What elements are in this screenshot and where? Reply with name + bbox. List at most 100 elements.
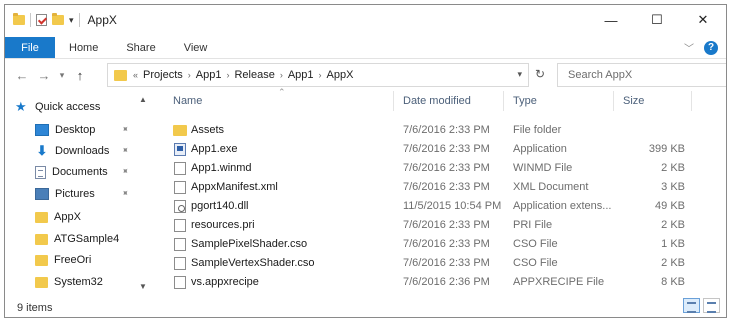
file-date: 11/5/2015 10:54 PM [403, 200, 502, 212]
help-icon[interactable]: ? [704, 40, 718, 55]
table-row[interactable]: resources.pri 7/6/2016 2:33 PM PRI File … [161, 216, 721, 235]
table-row[interactable]: Assets 7/6/2016 2:33 PM File folder [161, 121, 721, 140]
maximize-button[interactable]: ☐ [634, 5, 680, 35]
file-type: Application extens... [513, 200, 612, 212]
nav-item-pictures[interactable]: Pictures ✦ [35, 184, 137, 204]
chevron-right-icon[interactable]: › [188, 70, 191, 80]
refresh-icon[interactable]: ↻ [535, 67, 545, 81]
file-name: App1.exe [191, 143, 238, 155]
column-divider[interactable] [691, 91, 692, 111]
file-type: CSO File [513, 238, 558, 250]
column-header-name[interactable]: Name [173, 95, 202, 107]
recent-locations-chevron-icon[interactable]: ▾ [55, 70, 69, 81]
file-size: 2 KB [661, 257, 685, 269]
close-button[interactable]: ✕ [680, 5, 726, 35]
customize-toolbar-dropdown-icon[interactable]: ▾ [69, 15, 74, 26]
tab-share[interactable]: Share [112, 37, 169, 58]
column-header-date[interactable]: Date modified [403, 95, 471, 107]
pin-icon[interactable]: ✦ [118, 123, 131, 136]
nav-label: Documents [52, 166, 108, 178]
file-size: 3 KB [661, 181, 685, 193]
column-divider[interactable] [613, 91, 614, 111]
nav-item-documents[interactable]: Documents ✦ [35, 162, 137, 182]
column-header-row: ⌃ Name Date modified Type Size [161, 87, 721, 113]
folder-icon [35, 276, 48, 288]
nav-item-freeori[interactable]: FreeOri [35, 250, 137, 270]
breadcrumb-release[interactable]: Release [234, 69, 274, 81]
file-type: APPXRECIPE File [513, 276, 605, 288]
scroll-down-icon[interactable]: ▼ [139, 282, 147, 291]
file-name: App1.winmd [191, 162, 252, 174]
nav-scrollbar[interactable]: ▲ ▼ [137, 93, 149, 297]
details-view-icon[interactable] [683, 298, 700, 313]
up-arrow-icon[interactable]: ↑ [69, 68, 91, 83]
nav-item-atgsample4[interactable]: ATGSample4 [35, 229, 137, 249]
new-folder-icon[interactable] [52, 13, 64, 25]
table-row[interactable]: App1.winmd 7/6/2016 2:33 PM WINMD File 2… [161, 159, 721, 178]
ribbon-tabs: File Home Share View ﹀ ? [5, 37, 726, 59]
nav-item-downloads[interactable]: ⬇ Downloads ✦ [35, 141, 137, 161]
chevron-right-icon[interactable]: › [280, 70, 283, 80]
column-divider[interactable] [503, 91, 504, 111]
chevron-right-icon[interactable]: › [226, 70, 229, 80]
pictures-icon [35, 188, 49, 200]
nav-label: System32 [54, 276, 103, 288]
nav-item-appx[interactable]: AppX [35, 207, 137, 227]
table-row[interactable]: vs.appxrecipe 7/6/2016 2:36 PM APPXRECIP… [161, 273, 721, 292]
file-name: Assets [191, 124, 225, 136]
folder-icon [13, 13, 25, 25]
table-row[interactable]: AppxManifest.xml 7/6/2016 2:33 PM XML Do… [161, 178, 721, 197]
folder-icon [35, 254, 48, 266]
file-name: SamplePixelShader.cso [191, 238, 308, 250]
nav-item-desktop[interactable]: Desktop ✦ [35, 120, 137, 140]
breadcrumb-overflow[interactable]: « [133, 70, 138, 80]
search-input[interactable] [568, 69, 718, 81]
file-size: 399 KB [648, 143, 685, 155]
breadcrumb-app1[interactable]: App1 [196, 69, 222, 81]
table-row[interactable]: SamplePixelShader.cso 7/6/2016 2:33 PM C… [161, 235, 721, 254]
navigation-bar: ← → ▾ ↑ « Projects › App1 › Release › Ap… [5, 62, 726, 88]
table-row[interactable]: pgort140.dll 11/5/2015 10:54 PM Applicat… [161, 197, 721, 216]
file-type: File folder [513, 124, 562, 136]
table-row[interactable]: App1.exe 7/6/2016 2:33 PM Application 39… [161, 140, 721, 159]
breadcrumb-app1-sub[interactable]: App1 [288, 69, 314, 81]
properties-icon[interactable] [36, 14, 47, 26]
nav-quick-access[interactable]: ★ Quick access [15, 97, 147, 117]
file-type: XML Document [513, 181, 589, 193]
file-type: Application [513, 143, 567, 155]
pin-icon[interactable]: ✦ [118, 165, 131, 178]
scroll-up-icon[interactable]: ▲ [139, 95, 147, 104]
file-list: ⌃ Name Date modified Type Size Assets 7/… [161, 87, 721, 299]
chevron-right-icon[interactable]: › [319, 70, 322, 80]
tab-home[interactable]: Home [55, 37, 112, 58]
column-divider[interactable] [393, 91, 394, 111]
forward-arrow-icon[interactable]: → [33, 68, 55, 83]
column-header-type[interactable]: Type [513, 95, 537, 107]
file-date: 7/6/2016 2:33 PM [403, 238, 490, 250]
address-bar[interactable]: « Projects › App1 › Release › App1 › App… [107, 63, 529, 87]
table-row[interactable]: SampleVertexShader.cso 7/6/2016 2:33 PM … [161, 254, 721, 273]
column-header-size[interactable]: Size [623, 95, 644, 107]
search-box[interactable]: ⚲ [557, 63, 726, 87]
expand-ribbon-icon[interactable]: ﹀ [684, 40, 694, 55]
application-icon [174, 143, 186, 156]
breadcrumb-projects[interactable]: Projects [143, 69, 183, 81]
tab-view[interactable]: View [170, 37, 222, 58]
large-icons-view-icon[interactable] [703, 298, 720, 313]
chevron-down-icon[interactable]: ▾ [517, 69, 522, 80]
folder-icon [114, 69, 127, 81]
nav-item-system32[interactable]: System32 [35, 272, 137, 292]
star-icon: ★ [15, 99, 27, 114]
tab-file[interactable]: File [5, 37, 55, 58]
file-date: 7/6/2016 2:33 PM [403, 257, 490, 269]
file-date: 7/6/2016 2:33 PM [403, 143, 490, 155]
pin-icon[interactable]: ✦ [118, 187, 131, 200]
nav-label: ATGSample4 [54, 233, 120, 245]
window-controls: — ☐ ✕ [588, 5, 726, 35]
breadcrumb-appx[interactable]: AppX [327, 69, 354, 81]
nav-label: Downloads [55, 145, 110, 157]
pin-icon[interactable]: ✦ [118, 144, 131, 157]
back-arrow-icon[interactable]: ← [11, 68, 33, 83]
minimize-button[interactable]: — [588, 5, 634, 35]
explorer-window: ▾ AppX — ☐ ✕ File Home Share View ﹀ ? ← … [4, 4, 727, 318]
